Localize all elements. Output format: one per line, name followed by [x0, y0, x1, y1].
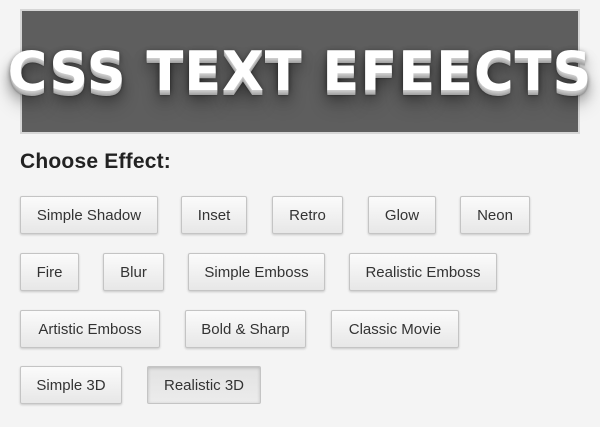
- artistic-emboss-button[interactable]: Artistic Emboss: [20, 310, 160, 348]
- realistic-emboss-button[interactable]: Realistic Emboss: [349, 253, 497, 291]
- blur-button[interactable]: Blur: [103, 253, 164, 291]
- simple-3d-button[interactable]: Simple 3D: [20, 366, 122, 404]
- neon-button[interactable]: Neon: [460, 196, 530, 234]
- simple-emboss-button[interactable]: Simple Emboss: [188, 253, 325, 291]
- preview-text: CSS TEXT EFEECTS: [7, 40, 593, 103]
- realistic-3d-button[interactable]: Realistic 3D: [147, 366, 261, 404]
- glow-button[interactable]: Glow: [368, 196, 436, 234]
- inset-button[interactable]: Inset: [181, 196, 247, 234]
- fire-button[interactable]: Fire: [20, 253, 79, 291]
- bold-sharp-button[interactable]: Bold & Sharp: [185, 310, 306, 348]
- simple-shadow-button[interactable]: Simple Shadow: [20, 196, 158, 234]
- effect-preview-panel: CSS TEXT EFEECTS: [8, 9, 591, 134]
- retro-button[interactable]: Retro: [272, 196, 343, 234]
- classic-movie-button[interactable]: Classic Movie: [331, 310, 459, 348]
- choose-effect-heading: Choose Effect:: [20, 150, 171, 173]
